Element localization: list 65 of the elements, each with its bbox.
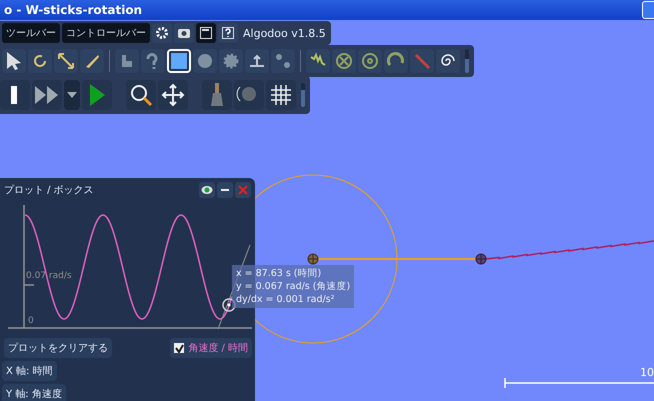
tool-button[interactable] (245, 49, 269, 73)
grid-icon (269, 83, 293, 107)
camera-icon (177, 26, 191, 40)
tool-button[interactable] (80, 49, 104, 73)
eye-icon (201, 185, 213, 195)
gear-icon (221, 51, 241, 71)
pause-button[interactable] (0, 80, 30, 110)
x-axis-button[interactable]: X 軸: 時間 (2, 361, 57, 381)
gravity-button[interactable] (202, 80, 232, 110)
circle-icon (195, 51, 215, 71)
tool-button[interactable] (54, 49, 78, 73)
minimize-icon (221, 189, 229, 191)
checkbox[interactable] (174, 343, 184, 353)
toolbar-toggle-button[interactable]: コントロールバー (62, 23, 150, 43)
camera-button[interactable] (174, 23, 194, 43)
eye-button[interactable] (199, 182, 215, 198)
square-icon (169, 51, 189, 71)
window-button[interactable] (196, 23, 216, 43)
gear-icon (155, 26, 169, 40)
tool-button[interactable] (436, 49, 460, 73)
move-button[interactable] (158, 80, 188, 110)
zoom-button[interactable] (126, 80, 156, 110)
series-label: 角速度 / 時間 (188, 342, 248, 355)
panel-title: プロット / ボックス (4, 184, 95, 197)
y-axis-button[interactable]: Y 軸: 角速度 (2, 384, 66, 401)
ring-icon (360, 51, 380, 71)
play-icon (88, 83, 106, 107)
tool-button[interactable] (306, 49, 330, 73)
app-version-label: Algodoo v1.8.5 (242, 26, 327, 40)
dropdown-button[interactable] (64, 80, 80, 110)
dots-icon (273, 51, 293, 71)
hinge-icon (308, 254, 318, 264)
cross-circle-icon (334, 51, 354, 71)
settings-button[interactable] (152, 23, 172, 43)
readout-line: dy/dx = 0.001 rad/s² (236, 293, 336, 306)
hinge-icon (476, 254, 486, 264)
caret-icon (67, 92, 77, 98)
readout-line: x = 87.63 s (時間) (236, 267, 322, 280)
toolbar-toggle-button[interactable]: ツールバー (2, 23, 60, 43)
window-icon (199, 26, 213, 40)
minimize-button[interactable] (217, 182, 233, 198)
tool-button[interactable] (2, 49, 26, 73)
grid-button[interactable] (266, 80, 296, 110)
fast-forward-button[interactable] (32, 80, 62, 110)
window-title: o - W-sticks-rotation (4, 3, 144, 17)
help-icon (221, 26, 235, 40)
scale-label: 10 (640, 366, 654, 379)
axis-tick-label: 0.07 rad/s (26, 271, 72, 281)
vertical-slider[interactable] (465, 49, 469, 73)
help-button[interactable] (218, 23, 238, 43)
brush-icon (412, 51, 432, 71)
readout-line: y = 0.067 rad/s (角速度) (236, 280, 350, 293)
fast-forward-icon (34, 84, 60, 106)
play-button[interactable] (82, 80, 112, 110)
axis-origin-label: 0 (28, 316, 34, 326)
tool-button[interactable] (167, 49, 191, 73)
close-icon (238, 185, 248, 195)
series-toggle[interactable]: 角速度 / 時間 (170, 338, 252, 358)
clear-plot-button[interactable]: プロットをクリアする (4, 338, 112, 358)
move-arrows-icon (161, 83, 185, 107)
diagonal-arrow-icon (56, 51, 76, 71)
tool-button[interactable] (28, 49, 52, 73)
vertical-slider[interactable] (301, 83, 305, 107)
magnifier-icon (129, 83, 153, 107)
bar-icon (11, 84, 19, 106)
